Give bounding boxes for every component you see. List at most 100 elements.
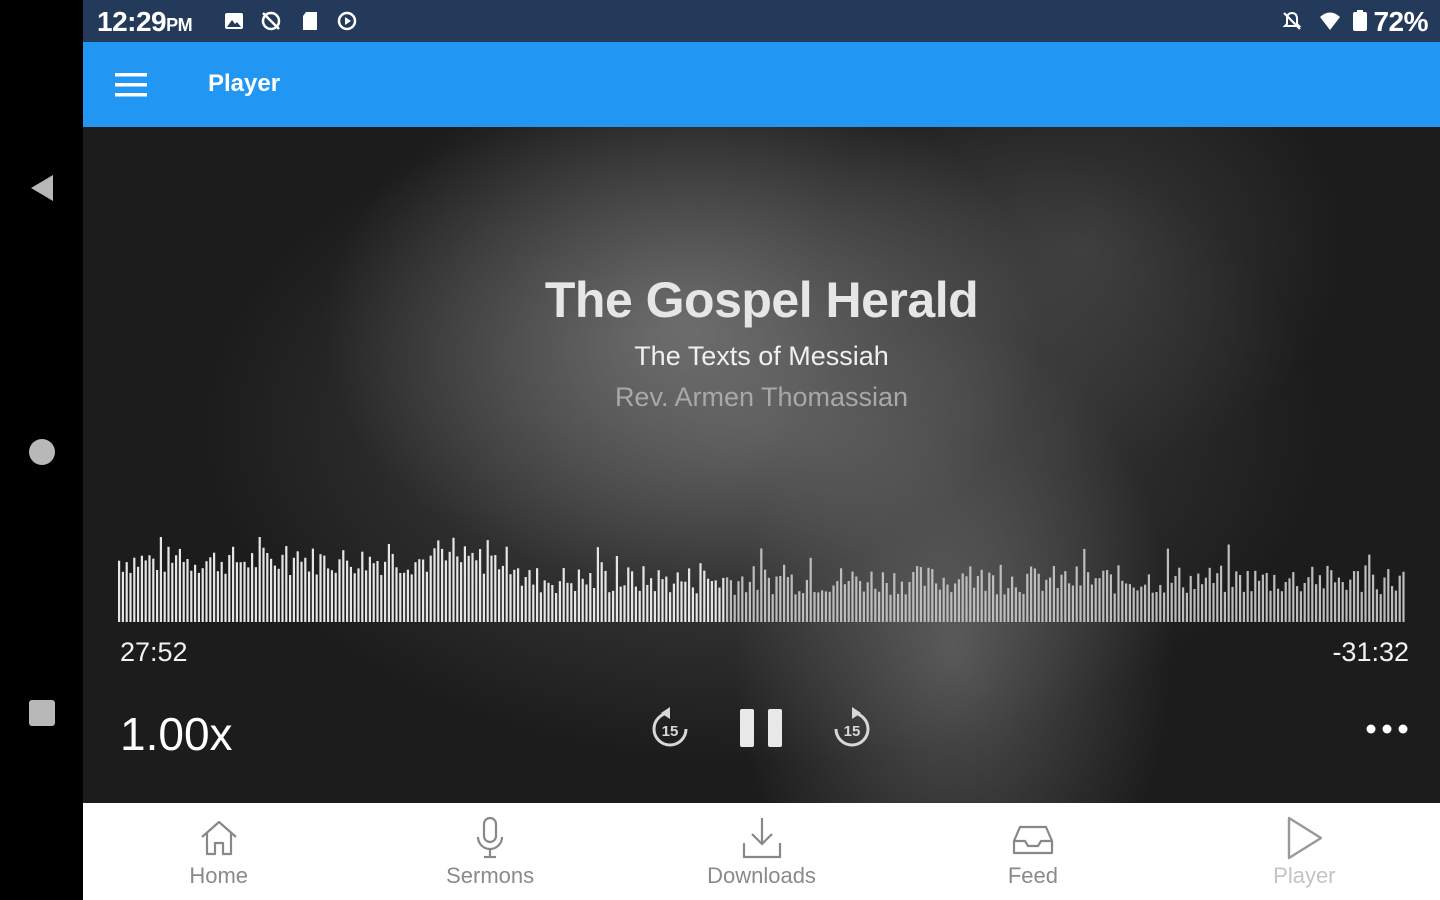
waveform-bar [121,571,124,622]
waveform-bar [289,575,292,622]
recents-button[interactable] [22,693,62,733]
waveform-bar [277,568,280,622]
waveform-bar [555,593,558,622]
waveform-bar [608,592,611,622]
wifi-icon [1320,12,1340,30]
waveform-scrubber[interactable] [118,537,1408,622]
waveform-bar [1155,592,1158,622]
waveform-bar [646,584,649,622]
waveform-bar [661,579,664,622]
waveform-bar [798,591,801,622]
waveform-bar [1250,591,1253,622]
waveform-bar [737,581,740,622]
waveform-bar [764,569,767,622]
waveform-bar [327,568,330,622]
sync-off-icon [261,11,281,31]
waveform-bar [665,576,668,622]
waveform-bar [1303,583,1306,622]
tab-sermons[interactable]: Sermons [354,803,625,900]
waveform-bar [1018,592,1021,622]
waveform-bar [589,573,592,622]
waveform-bar [509,574,512,622]
waveform-bar [1356,571,1359,622]
waveform-bar [1318,575,1321,622]
waveform-bar [851,571,854,622]
waveform-bar [1341,582,1344,622]
tab-player[interactable]: Player [1169,803,1440,900]
waveform-bar [228,555,231,622]
waveform-bar [391,553,394,622]
playback-speed-button[interactable]: 1.00x [120,707,233,761]
waveform-bar [551,585,554,622]
waveform-bar [1280,591,1283,622]
waveform-bar [334,572,337,622]
waveform-bar [479,549,482,622]
waveform-bar [1353,571,1356,622]
tab-home[interactable]: Home [83,803,354,900]
waveform-bar [163,571,166,622]
waveform-bar [353,573,356,622]
forward-15-button[interactable]: 15 [831,705,873,751]
waveform-bar [912,572,915,622]
pause-button[interactable] [738,709,784,747]
waveform-bar [1064,571,1067,622]
waveform-bar [684,581,687,622]
waveform-bar [710,581,713,622]
waveform-bar [346,560,349,622]
waveform-bar [1090,584,1093,622]
play-icon [1288,816,1323,860]
waveform-bar [1258,580,1261,622]
waveform-bar [1322,588,1325,622]
waveform-bar [395,567,398,622]
tab-downloads[interactable]: Downloads [626,803,897,900]
sermon-title: The Texts of Messiah [634,341,889,371]
home-nav-button[interactable] [22,432,62,472]
waveform-bar [1315,584,1318,622]
waveform-bar [262,547,265,622]
waveform-bar [623,585,626,622]
waveform-bar [1170,582,1173,622]
waveform-bar [832,585,835,622]
waveform-bar [1144,584,1147,622]
waveform-bar [270,558,273,622]
waveform-bar [802,593,805,622]
waveform-bar [384,561,387,622]
waveform-bar [984,590,987,622]
waveform-bar [775,576,778,622]
tab-feed[interactable]: Feed [897,803,1168,900]
menu-button[interactable] [109,64,151,106]
waveform-bar [403,572,406,622]
waveform-bar [927,567,930,622]
waveform-bar [1128,584,1131,622]
waveform-bar [429,555,432,622]
waveform-bar [361,551,364,622]
waveform-bar [847,581,850,622]
waveform-bar [1140,586,1143,622]
more-horizontal-icon [1366,724,1408,734]
waveform-bar [182,562,185,622]
waveform-bar [133,557,136,622]
waveform-bar [372,563,375,622]
waveform-bar [186,559,189,622]
speaker-name: Rev. Armen Thomassian [614,382,909,412]
more-options-button[interactable] [1364,717,1410,741]
waveform-bar [585,584,588,622]
waveform-bar [1391,586,1394,622]
rewind-15-button[interactable]: 15 [649,705,691,751]
waveform-bar [490,555,493,622]
waveform-bar [547,582,550,622]
waveform-bar [805,580,808,622]
waveform-bar [460,562,463,622]
waveform-bar [441,548,444,622]
back-button[interactable] [22,168,62,208]
waveform-bar [452,537,455,622]
waveform-bar [1212,583,1215,622]
waveform-bar [1011,576,1014,622]
waveform-bar [1242,591,1245,622]
waveform-bar [1049,577,1052,622]
waveform-bar [338,559,341,622]
waveform-bar [144,560,147,622]
waveform-bar [201,568,204,622]
waveform-bar [771,594,774,622]
waveform-bar [653,591,656,622]
